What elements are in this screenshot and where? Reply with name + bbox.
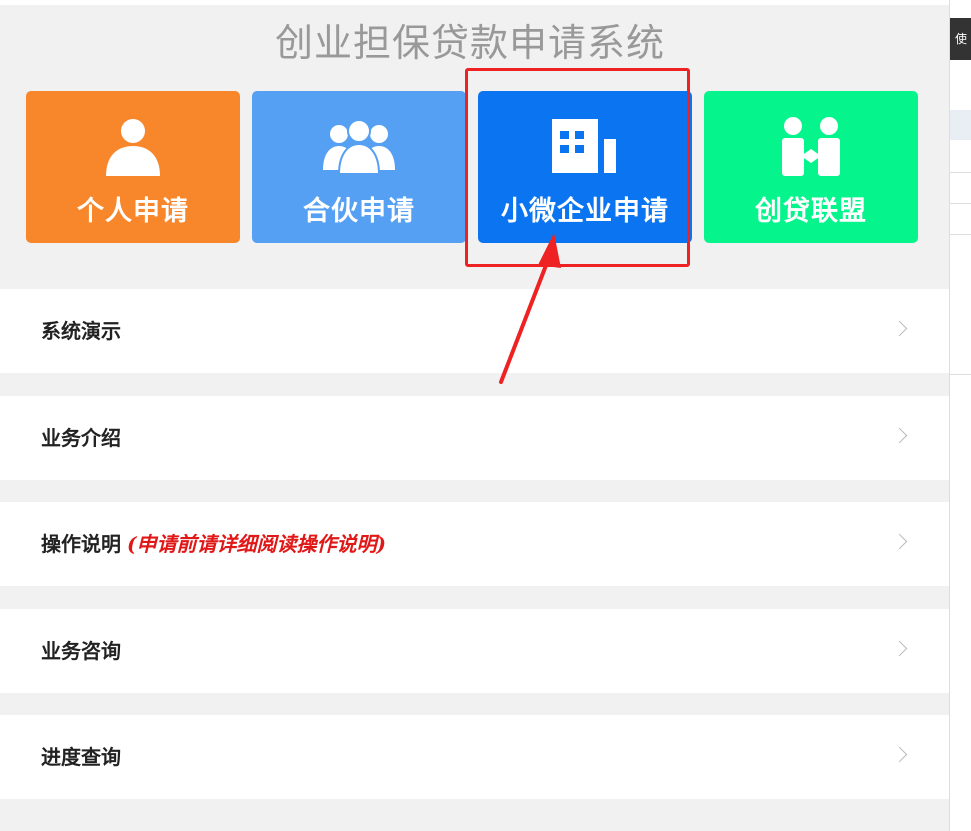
chevron-right-icon: [891, 320, 908, 337]
menu-item-operation-guide[interactable]: 操作说明 (申请前请详细阅读操作说明): [0, 502, 949, 586]
tile-partnership-apply[interactable]: 合伙申请: [252, 91, 466, 243]
menu-item-progress-query[interactable]: 进度查询: [0, 715, 949, 799]
group-icon: [252, 115, 466, 177]
tile-label: 合伙申请: [303, 196, 415, 227]
chevron-right-icon: [891, 427, 908, 444]
tile-personal-apply[interactable]: 个人申请: [26, 91, 240, 243]
menu-label-text: 操作说明: [41, 532, 121, 556]
menu-label: 业务介绍: [41, 426, 121, 450]
menu-label: 操作说明 (申请前请详细阅读操作说明): [41, 502, 386, 586]
side-band: [950, 110, 971, 140]
side-tab[interactable]: 使: [950, 18, 971, 60]
menu-item-system-demo[interactable]: 系统演示: [0, 289, 949, 373]
person-icon: [26, 115, 240, 177]
side-panel-strip: 使: [949, 0, 971, 831]
tile-loan-alliance[interactable]: 创贷联盟: [704, 91, 918, 243]
menu-label: 系统演示: [41, 319, 121, 343]
top-divider: [0, 0, 949, 5]
menu-note: (申请前请详细阅读操作说明): [127, 532, 386, 556]
menu-item-business-consult[interactable]: 业务咨询: [0, 609, 949, 693]
side-divider: [950, 234, 971, 235]
menu-label: 业务咨询: [41, 639, 121, 663]
chevron-right-icon: [891, 746, 908, 763]
menu-item-business-intro[interactable]: 业务介绍: [0, 396, 949, 480]
side-divider: [950, 172, 971, 173]
annotation-arrow-icon: [499, 233, 561, 384]
chevron-right-icon: [891, 533, 908, 550]
page-title: 创业担保贷款申请系统: [274, 21, 665, 65]
page: 创业担保贷款申请系统 个人申请 合伙申请 小微企业申请 创贷联盟 系统演示 业务…: [0, 0, 949, 831]
side-divider: [950, 203, 971, 204]
tile-label: 个人申请: [77, 196, 189, 227]
handshake-icon: [704, 115, 918, 177]
menu-label: 进度查询: [41, 745, 121, 769]
side-divider: [950, 374, 971, 375]
chevron-right-icon: [891, 640, 908, 657]
tile-label: 创贷联盟: [755, 196, 867, 227]
